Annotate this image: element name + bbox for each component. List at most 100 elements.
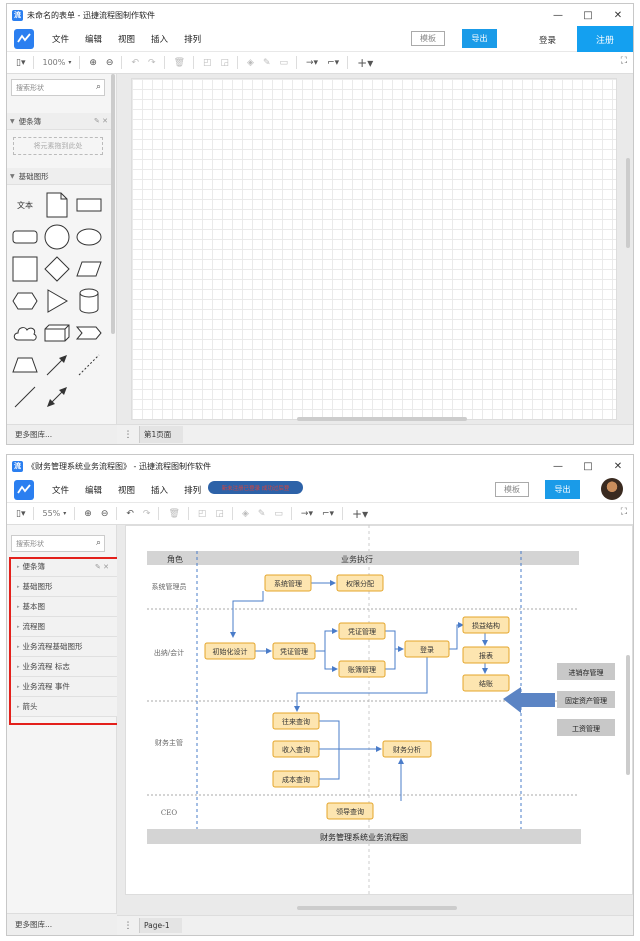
zoom-out-icon[interactable]: ⊖ xyxy=(101,503,109,525)
shape-trapezoid[interactable] xyxy=(10,350,40,380)
minimize-button[interactable]: — xyxy=(543,4,573,26)
shape-dotted-line[interactable] xyxy=(74,350,104,380)
more-libraries-button[interactable]: 更多图库... xyxy=(7,913,117,935)
zoom-level[interactable]: 100% xyxy=(42,58,65,67)
page-tab[interactable]: Page-1 xyxy=(139,918,182,933)
connection-icon[interactable]: →▾ xyxy=(306,52,318,74)
zoom-in-icon[interactable]: ⊕ xyxy=(89,52,97,74)
title-bar: 流 《财务管理系统业务流程图》 - 迅捷流程图制作软件 — □ ✕ xyxy=(7,455,633,477)
template-button[interactable]: 模板 xyxy=(411,31,445,46)
shape-cube[interactable] xyxy=(42,318,72,348)
menu-file[interactable]: 文件 xyxy=(52,484,69,496)
shape-step[interactable] xyxy=(74,318,104,348)
template-button[interactable]: 模板 xyxy=(495,482,529,497)
shape-ellipse[interactable] xyxy=(74,222,104,252)
fill-color-icon[interactable]: ◈ xyxy=(247,52,254,74)
waypoints-icon[interactable]: ⌐▾ xyxy=(327,52,339,74)
shape-square[interactable] xyxy=(10,254,40,284)
close-button[interactable]: ✕ xyxy=(603,455,633,477)
page-menu-icon[interactable]: ⋮ xyxy=(121,921,135,931)
to-back-icon[interactable]: ◲ xyxy=(221,52,230,74)
redo-icon[interactable]: ↷ xyxy=(143,503,151,525)
line-color-icon[interactable]: ✎ xyxy=(263,52,271,74)
shape-search-input[interactable]: 搜索形状 ⌕ xyxy=(11,535,105,552)
menu-edit[interactable]: 编辑 xyxy=(85,484,102,496)
zoom-dropdown-icon[interactable]: ▾ xyxy=(63,503,66,525)
page-tab[interactable]: 第1页面 xyxy=(139,426,184,443)
redo-icon[interactable]: ↷ xyxy=(148,52,156,74)
zoom-dropdown-icon[interactable]: ▾ xyxy=(68,52,71,74)
menu-view[interactable]: 视图 xyxy=(118,484,135,496)
shape-note[interactable] xyxy=(42,190,72,220)
format-panel-icon[interactable]: ▯▾ xyxy=(16,52,25,74)
zoom-in-icon[interactable]: ⊕ xyxy=(84,503,92,525)
shape-diamond[interactable] xyxy=(42,254,72,284)
undo-icon[interactable]: ↶ xyxy=(131,52,139,74)
line-color-icon[interactable]: ✎ xyxy=(258,503,266,525)
canvas-vscroll[interactable] xyxy=(626,158,630,248)
user-avatar[interactable] xyxy=(601,478,623,500)
register-button[interactable]: 注册 xyxy=(577,26,633,52)
shape-bidirectional-arrow[interactable] xyxy=(42,382,72,412)
shape-arrow-line[interactable] xyxy=(42,350,72,380)
maximize-button[interactable]: □ xyxy=(573,4,603,26)
format-panel-icon[interactable]: ▯▾ xyxy=(16,503,25,525)
shape-line[interactable] xyxy=(10,382,40,412)
to-front-icon[interactable]: ◰ xyxy=(203,52,212,74)
header-role: 角色 xyxy=(167,554,183,564)
canvas-hscroll[interactable] xyxy=(297,417,467,421)
shape-parallelogram[interactable] xyxy=(74,254,104,284)
to-front-icon[interactable]: ◰ xyxy=(198,503,207,525)
menu-file[interactable]: 文件 xyxy=(52,33,69,45)
shadow-icon[interactable]: ▭ xyxy=(280,52,289,74)
fullscreen-icon[interactable]: ⛶ xyxy=(621,56,627,66)
fill-color-icon[interactable]: ◈ xyxy=(242,503,249,525)
more-libraries-button[interactable]: 更多图库... xyxy=(7,424,117,444)
shape-search-input[interactable]: 搜索形状 ⌕ xyxy=(11,79,105,96)
export-button[interactable]: 导出 xyxy=(545,480,580,499)
menu-insert[interactable]: 插入 xyxy=(151,33,168,45)
undo-icon[interactable]: ↶ xyxy=(126,503,134,525)
shape-triangle[interactable] xyxy=(42,286,72,316)
shadow-icon[interactable]: ▭ xyxy=(274,503,283,525)
basic-shapes-header[interactable]: ▼ 基础图形 xyxy=(7,168,111,185)
shape-cloud[interactable] xyxy=(10,318,40,348)
canvas-page[interactable] xyxy=(131,78,617,420)
search-icon[interactable]: ⌕ xyxy=(96,538,101,548)
menu-edit[interactable]: 编辑 xyxy=(85,33,102,45)
node-ledger-label: 账簿管理 xyxy=(348,665,376,674)
menu-view[interactable]: 视图 xyxy=(118,33,135,45)
delete-icon[interactable]: 🗑 xyxy=(168,503,179,525)
zoom-out-icon[interactable]: ⊖ xyxy=(106,52,114,74)
scratchpad-drop-zone[interactable]: 将元素拖到此处 xyxy=(13,137,103,155)
login-notice-badge[interactable]: 新未注册已登录 成功过后登 xyxy=(208,481,303,494)
insert-icon[interactable]: +▾ xyxy=(357,52,373,74)
connection-icon[interactable]: →▾ xyxy=(301,503,313,525)
fullscreen-icon[interactable]: ⛶ xyxy=(621,507,627,517)
shape-rectangle[interactable] xyxy=(74,190,104,220)
waypoints-icon[interactable]: ⌐▾ xyxy=(322,503,334,525)
shape-rounded-rect[interactable] xyxy=(10,222,40,252)
title-bar: 流 未命名的表单 - 迅捷流程图制作软件 — □ ✕ xyxy=(7,4,633,26)
scratchpad-header[interactable]: ▼ 便条簿 ✎ ✕ xyxy=(7,113,111,130)
shape-cylinder[interactable] xyxy=(74,286,104,316)
sidebar-scrollbar[interactable] xyxy=(111,74,115,334)
minimize-button[interactable]: — xyxy=(543,455,573,477)
search-icon[interactable]: ⌕ xyxy=(96,82,101,92)
insert-icon[interactable]: +▾ xyxy=(352,503,368,525)
maximize-button[interactable]: □ xyxy=(573,455,603,477)
menu-insert[interactable]: 插入 xyxy=(151,484,168,496)
shape-text[interactable]: 文本 xyxy=(10,190,40,220)
shape-circle[interactable] xyxy=(42,222,72,252)
zoom-level[interactable]: 55% xyxy=(42,509,60,518)
close-button[interactable]: ✕ xyxy=(603,4,633,26)
menu-arrange[interactable]: 排列 xyxy=(184,33,201,45)
to-back-icon[interactable]: ◲ xyxy=(215,503,224,525)
menu-arrange[interactable]: 排列 xyxy=(184,484,201,496)
shape-hexagon[interactable] xyxy=(10,286,40,316)
page-menu-icon[interactable]: ⋮ xyxy=(121,430,135,440)
delete-icon[interactable]: 🗑 xyxy=(174,52,185,74)
login-button[interactable]: 登录 xyxy=(539,34,556,46)
export-button[interactable]: 导出 xyxy=(462,29,497,48)
edit-close-icons[interactable]: ✎ ✕ xyxy=(94,117,108,125)
